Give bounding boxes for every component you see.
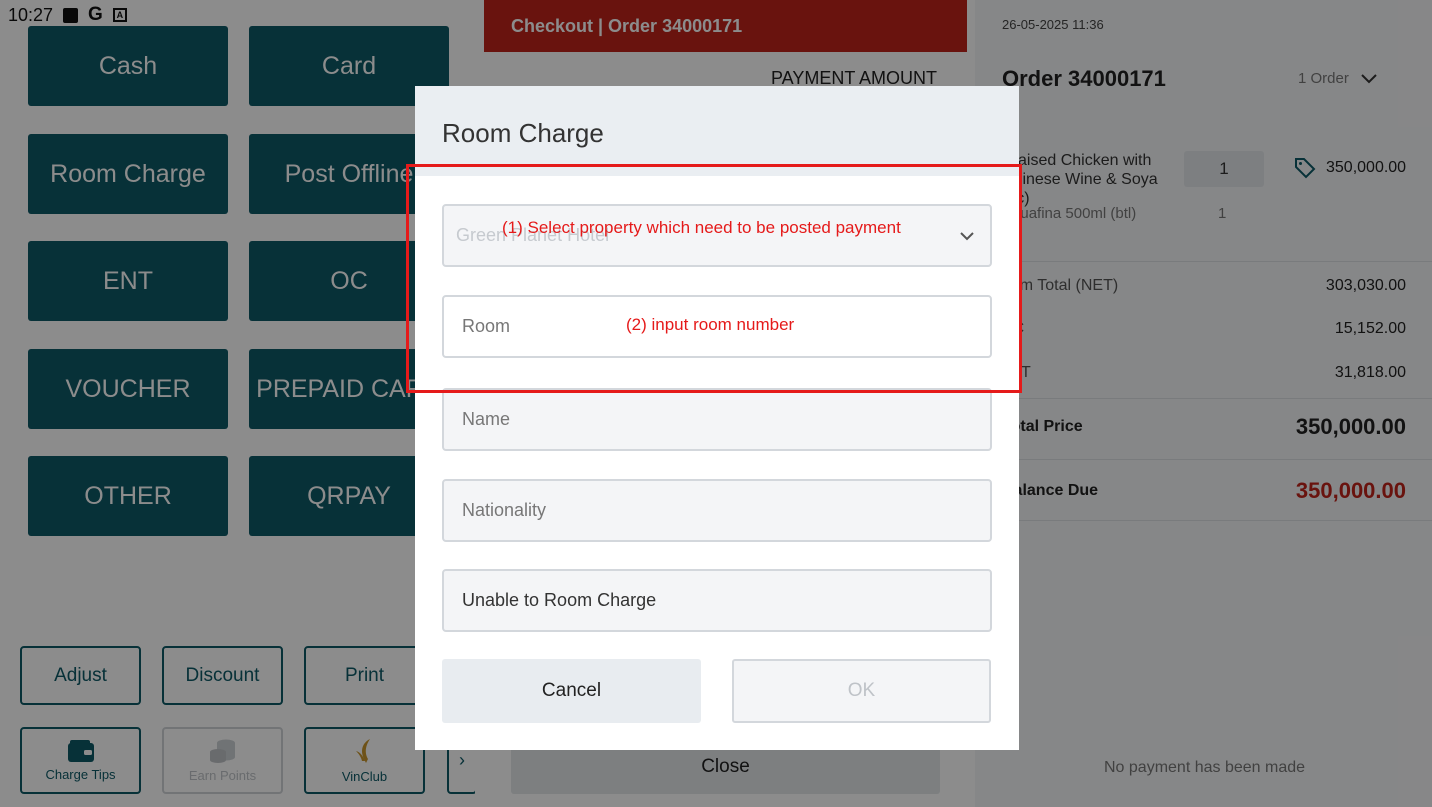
dialog-title: Room Charge	[442, 118, 604, 148]
nationality-field-placeholder: Nationality	[462, 500, 547, 520]
dialog-header: Room Charge	[415, 86, 1019, 176]
name-field[interactable]: Name	[442, 388, 992, 451]
annotation-highlight-box	[406, 164, 1022, 393]
unable-room-charge-option[interactable]: Unable to Room Charge	[442, 569, 992, 632]
ok-button[interactable]: OK	[732, 659, 991, 723]
cancel-button[interactable]: Cancel	[442, 659, 701, 723]
annotation-step-2: (2) input room number	[626, 315, 795, 334]
unable-room-charge-label: Unable to Room Charge	[462, 590, 657, 610]
pos-app: 10:27 G A Cash Card Room Charge Post Off…	[0, 0, 1432, 807]
nationality-field[interactable]: Nationality	[442, 479, 992, 542]
name-field-placeholder: Name	[462, 409, 511, 429]
annotation-step-1: (1) Select property which need to be pos…	[502, 218, 901, 237]
